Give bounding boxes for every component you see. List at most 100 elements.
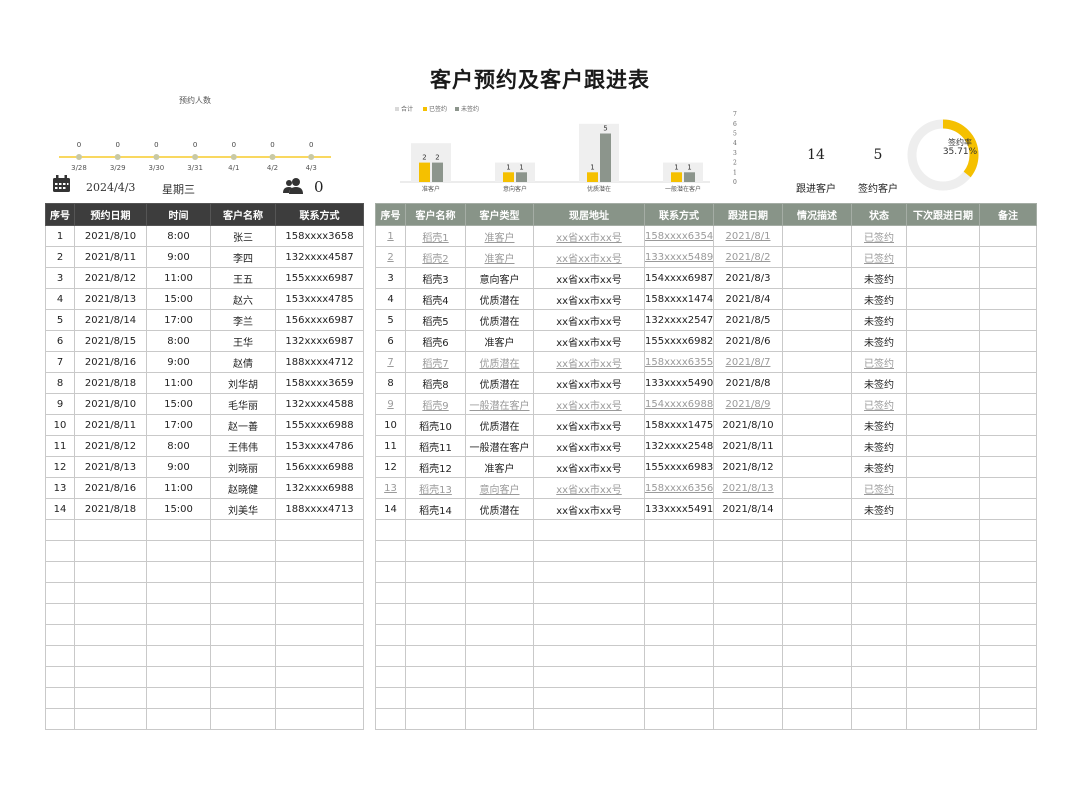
left-cell[interactable]: 11:00 [146, 372, 211, 394]
right-cell-empty[interactable] [465, 519, 534, 541]
left-cell-empty[interactable] [146, 708, 211, 730]
right-cell[interactable]: 4 [375, 288, 406, 310]
left-cell-empty[interactable] [210, 540, 276, 562]
right-cell-empty[interactable] [782, 687, 852, 709]
left-cell[interactable]: 2021/8/16 [74, 477, 147, 499]
left-cell[interactable]: 188xxxx4712 [275, 351, 364, 373]
right-cell[interactable] [906, 498, 980, 520]
left-cell[interactable]: 王伟伟 [210, 435, 276, 457]
right-cell-empty[interactable] [851, 519, 907, 541]
right-cell-empty[interactable] [906, 708, 980, 730]
left-cell[interactable]: 15:00 [146, 288, 211, 310]
left-cell[interactable]: 11:00 [146, 477, 211, 499]
right-cell-empty[interactable] [713, 666, 783, 688]
right-cell[interactable]: 133xxxx5489 [644, 246, 714, 268]
left-cell[interactable]: 156xxxx6987 [275, 309, 364, 331]
left-cell[interactable]: 2021/8/13 [74, 456, 147, 478]
right-cell[interactable]: 11 [375, 435, 406, 457]
right-cell[interactable] [979, 246, 1037, 268]
right-cell-empty[interactable] [851, 624, 907, 646]
right-cell-empty[interactable] [979, 540, 1037, 562]
left-cell[interactable]: 6 [45, 330, 75, 352]
right-cell[interactable] [906, 288, 980, 310]
right-cell[interactable]: xx省xx市xx号 [533, 372, 645, 394]
right-cell[interactable]: 未签约 [851, 330, 907, 352]
left-cell[interactable]: 王华 [210, 330, 276, 352]
right-cell[interactable]: 10 [375, 414, 406, 436]
right-cell[interactable]: 12 [375, 456, 406, 478]
right-cell-empty[interactable] [782, 624, 852, 646]
right-cell-empty[interactable] [979, 624, 1037, 646]
right-cell-empty[interactable] [533, 687, 645, 709]
right-cell[interactable]: 158xxxx6356 [644, 477, 714, 499]
left-cell-empty[interactable] [146, 582, 211, 604]
right-cell-empty[interactable] [979, 687, 1037, 709]
right-cell[interactable]: 已签约 [851, 351, 907, 373]
right-cell[interactable]: 未签约 [851, 288, 907, 310]
right-cell[interactable] [782, 498, 852, 520]
right-cell-empty[interactable] [851, 666, 907, 688]
right-cell[interactable]: 2021/8/10 [713, 414, 783, 436]
left-cell-empty[interactable] [275, 708, 364, 730]
left-cell[interactable]: 155xxxx6987 [275, 267, 364, 289]
right-cell[interactable]: xx省xx市xx号 [533, 456, 645, 478]
right-cell[interactable] [906, 225, 980, 247]
left-cell-empty[interactable] [74, 708, 147, 730]
right-cell[interactable]: 14 [375, 498, 406, 520]
right-cell[interactable] [906, 330, 980, 352]
left-cell[interactable]: 2021/8/12 [74, 267, 147, 289]
left-cell-empty[interactable] [74, 624, 147, 646]
right-cell-empty[interactable] [533, 603, 645, 625]
left-cell-empty[interactable] [146, 687, 211, 709]
right-cell-empty[interactable] [713, 624, 783, 646]
right-cell-empty[interactable] [713, 540, 783, 562]
left-cell[interactable]: 155xxxx6988 [275, 414, 364, 436]
right-cell[interactable]: 已签约 [851, 393, 907, 415]
left-cell-empty[interactable] [45, 687, 75, 709]
left-cell[interactable]: 李四 [210, 246, 276, 268]
right-cell[interactable]: 未签约 [851, 414, 907, 436]
right-cell[interactable]: xx省xx市xx号 [533, 330, 645, 352]
right-cell-empty[interactable] [375, 540, 406, 562]
right-cell-empty[interactable] [465, 582, 534, 604]
right-cell[interactable]: 158xxxx6354 [644, 225, 714, 247]
left-cell-empty[interactable] [146, 645, 211, 667]
left-cell[interactable]: 17:00 [146, 414, 211, 436]
right-cell-empty[interactable] [405, 582, 466, 604]
right-cell[interactable]: xx省xx市xx号 [533, 498, 645, 520]
right-cell-empty[interactable] [465, 624, 534, 646]
right-cell[interactable]: xx省xx市xx号 [533, 435, 645, 457]
right-cell[interactable]: 2021/8/7 [713, 351, 783, 373]
left-cell[interactable]: 188xxxx4713 [275, 498, 364, 520]
right-cell[interactable]: 2021/8/1 [713, 225, 783, 247]
left-cell[interactable]: 17:00 [146, 309, 211, 331]
right-cell-empty[interactable] [644, 666, 714, 688]
right-cell[interactable]: 132xxxx2547 [644, 309, 714, 331]
right-cell-empty[interactable] [851, 561, 907, 583]
right-cell[interactable] [979, 393, 1037, 415]
left-cell[interactable]: 2021/8/10 [74, 225, 147, 247]
left-cell[interactable]: 14 [45, 498, 75, 520]
right-cell[interactable]: 稻壳2 [405, 246, 466, 268]
left-cell[interactable]: 9:00 [146, 351, 211, 373]
right-cell[interactable]: 2021/8/4 [713, 288, 783, 310]
left-cell-empty[interactable] [74, 666, 147, 688]
right-cell-empty[interactable] [782, 561, 852, 583]
right-cell[interactable] [782, 456, 852, 478]
right-cell[interactable] [979, 225, 1037, 247]
left-cell[interactable]: 2021/8/11 [74, 246, 147, 268]
right-cell-empty[interactable] [782, 540, 852, 562]
right-cell-empty[interactable] [851, 582, 907, 604]
right-cell[interactable] [906, 351, 980, 373]
left-cell[interactable]: 2021/8/11 [74, 414, 147, 436]
left-cell[interactable]: 132xxxx6988 [275, 477, 364, 499]
right-cell[interactable]: 158xxxx1474 [644, 288, 714, 310]
right-cell[interactable]: 一般潜在客户 [465, 393, 534, 415]
right-cell-empty[interactable] [375, 582, 406, 604]
right-cell-empty[interactable] [906, 540, 980, 562]
right-cell[interactable] [906, 456, 980, 478]
right-cell[interactable]: 稻壳12 [405, 456, 466, 478]
right-cell[interactable] [782, 435, 852, 457]
right-cell-empty[interactable] [405, 519, 466, 541]
right-cell-empty[interactable] [644, 540, 714, 562]
